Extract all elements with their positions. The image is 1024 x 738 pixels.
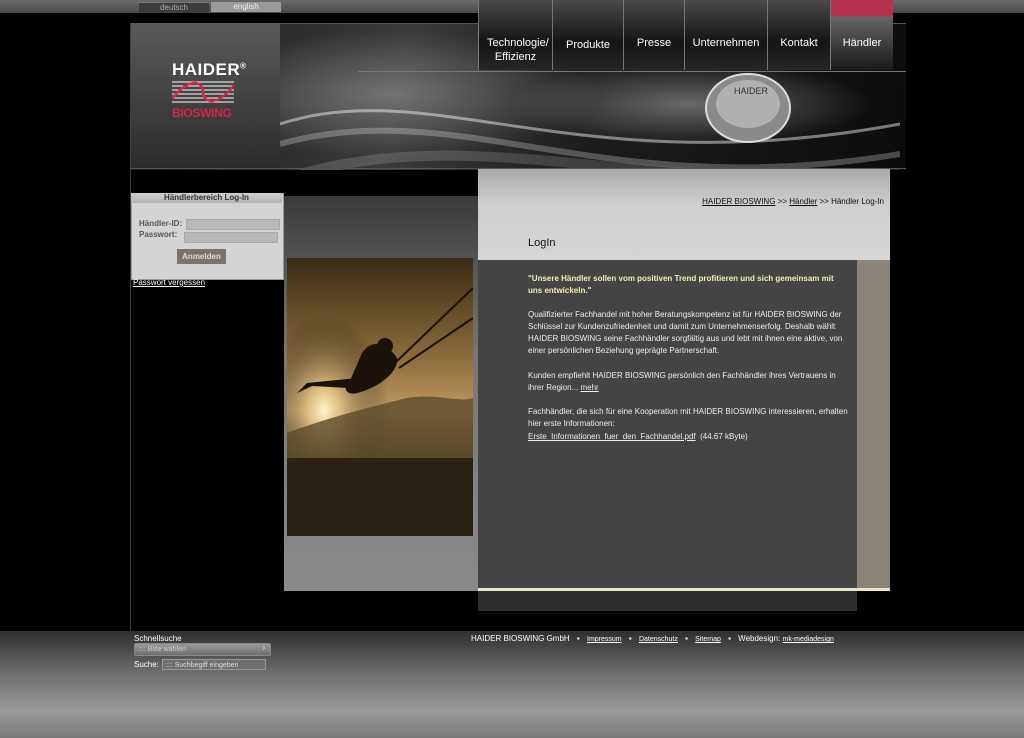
paragraph-1: Qualifizierter Fachhandel mit hoher Bera… (528, 310, 843, 355)
content-footer-band (478, 591, 857, 611)
nav-presse[interactable]: Presse (623, 0, 684, 70)
paragraph-2: Kunden empfiehlt HAIDER BIOSWING persönl… (528, 371, 836, 392)
quick-search-label: Schnellsuche (134, 634, 182, 643)
breadcrumb-separator: >> (777, 197, 788, 206)
search-label: Suche: (134, 660, 159, 669)
language-deutsch[interactable]: deutsch (139, 2, 209, 13)
nav-produkte[interactable]: Produkte (552, 0, 623, 70)
breadcrumb-current: Händler Log-In (831, 197, 884, 206)
swing-photo (287, 258, 473, 536)
company-name: HAIDER BIOSWING GmbH (471, 634, 570, 643)
forgot-password-link[interactable]: Passwort vergessen (133, 278, 205, 287)
quick-search-select[interactable]: :::: Bitte wählen ⇕ (134, 643, 271, 656)
impressum-link[interactable]: Impressum (587, 636, 622, 643)
footer-links: HAIDER BIOSWING GmbH ▪ Impressum ▪ Daten… (471, 634, 834, 643)
breadcrumb-section[interactable]: Händler (789, 197, 817, 206)
content-right-band (857, 260, 890, 591)
nav-haendler[interactable]: Händler (830, 0, 893, 70)
pdf-size: (44.67 kByte) (700, 432, 748, 441)
breadcrumb-separator: >> (819, 197, 829, 206)
svg-text:HAIDER: HAIDER (734, 86, 769, 96)
nav-technologie[interactable]: Technologie/ Effizienz (478, 0, 552, 70)
chevron-updown-icon: ⇕ (260, 646, 266, 652)
password-label: Passwort: (139, 230, 178, 239)
pdf-link[interactable]: Erste_Informationen_fuer_den_Fachhandel.… (528, 432, 696, 441)
paragraph-3: Fachhändler, die sich für eine Kooperati… (528, 407, 848, 428)
login-button[interactable]: Anmelden (177, 249, 226, 264)
logo-wave-icon (172, 81, 234, 103)
language-english[interactable]: english (211, 2, 281, 12)
webdesign-label: Webdesign: (738, 634, 781, 643)
intro-quote: "Unsere Händler sollen vom positiven Tre… (528, 274, 834, 295)
nav-unternehmen[interactable]: Unternehmen (684, 0, 767, 70)
logo-haider[interactable]: HAIDER® (172, 60, 247, 80)
logo-bioswing: BIOSWING (172, 106, 232, 120)
datenschutz-link[interactable]: Datenschutz (639, 636, 678, 643)
pdf-download: Erste_Informationen_fuer_den_Fachhandel.… (528, 431, 848, 443)
webdesign-link[interactable]: mk-mediadesign (783, 636, 834, 643)
search-input[interactable]: :::: Suchbegiff eingeben (162, 659, 266, 670)
left-rule (130, 23, 131, 673)
breadcrumb-home[interactable]: HAIDER BIOSWING (702, 197, 775, 206)
swing-seat-image: HAIDER (705, 73, 791, 143)
login-title: Händlerbereich Log-In (131, 193, 282, 203)
sitemap-link[interactable]: Sitemap (695, 636, 721, 643)
dealer-id-label: Händler-ID: (139, 219, 183, 228)
more-link[interactable]: mehr (580, 383, 598, 392)
nav-kontakt[interactable]: Kontakt (767, 0, 830, 70)
header-swoosh (280, 109, 900, 170)
password-input[interactable] (184, 232, 278, 243)
dealer-id-input[interactable] (186, 219, 280, 230)
breadcrumb: HAIDER BIOSWING >> Händler >> Händler Lo… (600, 197, 884, 206)
nav-divider (358, 71, 906, 72)
page-title: LogIn (528, 237, 556, 249)
